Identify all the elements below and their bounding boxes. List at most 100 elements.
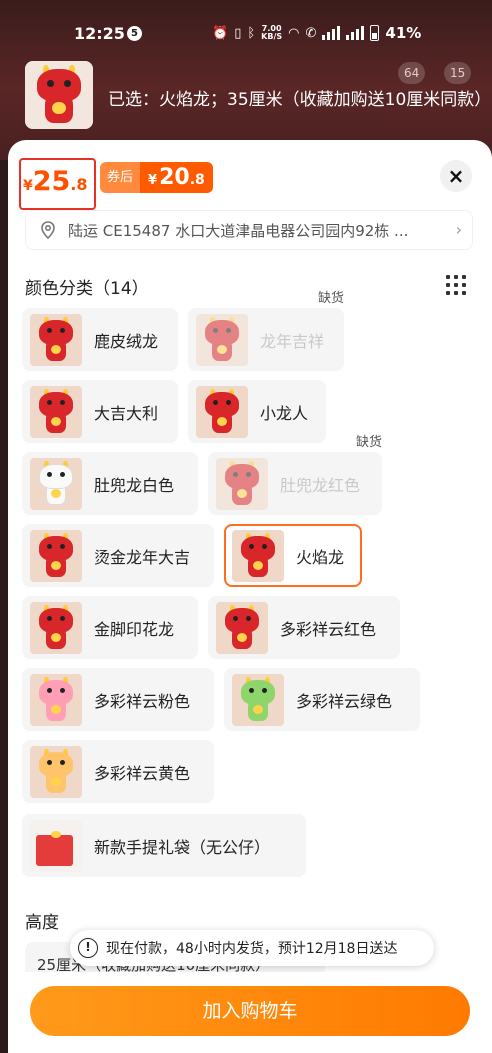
color-option-9[interactable]: 多彩祥云红色 (208, 596, 400, 659)
color-option-label: 新款手提礼袋（无公仔） (94, 837, 271, 857)
color-option-label: 大吉大利 (94, 403, 159, 423)
dragon-plush-image (30, 529, 82, 582)
coupon-price-badge: 券后 ¥ 20 .8 (100, 162, 213, 193)
dragon-plush-image (216, 457, 268, 510)
location-pin-icon (41, 221, 55, 240)
color-option-thumbnail (30, 819, 82, 872)
dragon-plush-image (232, 673, 284, 726)
grid-view-icon[interactable] (446, 275, 466, 295)
color-option-1[interactable]: 龙年吉祥 缺货 (188, 291, 344, 371)
color-option-13[interactable]: 新款手提礼袋（无公仔） (22, 814, 306, 877)
color-option-10[interactable]: 多彩祥云粉色 (22, 668, 214, 731)
color-section-title: 颜色分类（14） (25, 279, 149, 299)
coupon-price-currency: ¥ (148, 173, 158, 188)
price-currency: ¥ (23, 178, 33, 194)
color-option-thumbnail (232, 673, 284, 726)
dragon-plush-image (216, 601, 268, 654)
color-option-label: 肚兜龙红色 (280, 475, 361, 495)
out-of-stock-tag: 缺货 (355, 435, 382, 450)
status-time: 12:25 (74, 23, 125, 43)
selected-sku-thumbnail (25, 61, 93, 129)
color-option-label: 多彩祥云红色 (280, 619, 377, 639)
color-option-8[interactable]: 金脚印花龙 (22, 596, 198, 659)
dragon-plush-image (196, 313, 248, 366)
coupon-price-integer: 20 (159, 165, 190, 190)
color-option-thumbnail (30, 601, 82, 654)
chevron-right-icon: › (455, 220, 462, 239)
color-option-thumbnail (30, 529, 82, 582)
color-option-thumbnail (216, 601, 268, 654)
price-decimal: .8 (70, 175, 88, 194)
signal-icon-1 (322, 26, 341, 40)
signal-icon-2 (346, 26, 365, 40)
color-option-label: 金脚印花龙 (94, 619, 175, 639)
network-speed: 7.00 KB/S (261, 25, 282, 41)
info-icon: ! (78, 938, 98, 958)
close-icon: × (447, 164, 465, 188)
color-option-2[interactable]: 大吉大利 (22, 380, 178, 443)
color-option-thumbnail (216, 457, 268, 510)
price: ¥ 25 .8 (23, 166, 88, 197)
color-option-thumbnail (30, 385, 82, 438)
color-option-12[interactable]: 多彩祥云黄色 (22, 740, 214, 803)
color-option-thumbnail (196, 385, 248, 438)
color-option-label: 火焰龙 (296, 547, 345, 567)
background-badge: 15 (444, 62, 472, 84)
dragon-plush-image (30, 601, 82, 654)
price-integer: 25 (32, 166, 71, 197)
color-option-thumbnail (196, 313, 248, 366)
coupon-label: 券后 (100, 162, 141, 193)
status-bar: 12:25 5 ⏰ ▯ ᛒ 7.00 KB/S ◠ ✆ 41% (0, 18, 492, 48)
dragon-plush-image (30, 385, 82, 438)
dragon-plush-image (25, 61, 93, 129)
color-option-4[interactable]: 肚兜龙白色 (22, 452, 198, 515)
gift-bag-image (30, 819, 82, 872)
color-option-thumbnail (30, 673, 82, 726)
background-badge: 64 (398, 62, 426, 84)
color-option-label: 多彩祥云黄色 (94, 763, 191, 783)
close-button[interactable]: × (440, 160, 472, 192)
color-option-label: 肚兜龙白色 (94, 475, 175, 495)
dragon-plush-image (196, 385, 248, 438)
delivery-address-text: 陆运 CE15487 水口大道津晶电器公司园内92栋 ... (68, 221, 409, 240)
dragon-plush-image (30, 457, 82, 510)
shipping-info-toast: ! 现在付款，48小时内发货，预计12月18日送达 (70, 930, 434, 966)
notification-count-badge: 5 (127, 25, 142, 41)
color-option-11[interactable]: 多彩祥云绿色 (224, 668, 420, 731)
sku-selection-sheet: ¥ 25 .8 券后 ¥ 20 .8 × 陆运 CE15487 水口大道津晶电器… (8, 140, 492, 1053)
color-option-label: 多彩祥云粉色 (94, 691, 191, 711)
color-option-thumbnail (232, 529, 284, 582)
out-of-stock-tag: 缺货 (317, 291, 344, 306)
status-icons: ⏰ ▯ ᛒ 7.00 KB/S ◠ ✆ 41% (212, 24, 421, 42)
color-option-label: 龙年吉祥 (260, 331, 325, 351)
dragon-plush-image (30, 673, 82, 726)
color-option-label: 多彩祥云绿色 (296, 691, 393, 711)
battery-icon (370, 25, 380, 41)
color-option-thumbnail (30, 457, 82, 510)
shipping-info-text: 现在付款，48小时内发货，预计12月18日送达 (106, 941, 398, 957)
color-option-5[interactable]: 肚兜龙红色 缺货 (208, 435, 382, 515)
color-option-3[interactable]: 小龙人 (188, 380, 326, 443)
dragon-plush-image (232, 529, 284, 582)
battery-percent: 41% (385, 24, 422, 42)
coupon-price: ¥ 20 .8 (140, 162, 213, 193)
height-section-title: 高度 (25, 913, 59, 933)
dragon-plush-image (30, 745, 82, 798)
bluetooth-icon: ᛒ (247, 25, 256, 41)
color-option-label: 烫金龙年大吉 (94, 547, 191, 567)
selected-sku-text: 已选：火焰龙；35厘米（收藏加购送10厘米同款） (108, 90, 488, 110)
coupon-price-decimal: .8 (189, 172, 205, 188)
delivery-address-row[interactable]: 陆运 CE15487 水口大道津晶电器公司园内92栋 ... › (25, 210, 473, 250)
add-to-cart-button[interactable]: 加入购物车 (30, 986, 470, 1036)
color-option-label: 鹿皮绒龙 (94, 331, 159, 351)
color-option-thumbnail (30, 745, 82, 798)
color-option-7[interactable]: 火焰龙 (224, 524, 362, 587)
color-option-0[interactable]: 鹿皮绒龙 (22, 308, 178, 371)
dragon-plush-image (30, 313, 82, 366)
alarm-icon: ⏰ (212, 25, 229, 41)
network-speed-unit: KB/S (261, 32, 283, 41)
vibrate-icon: ▯ (234, 25, 242, 41)
call-icon: ✆ (305, 25, 317, 41)
color-option-thumbnail (30, 313, 82, 366)
color-option-6[interactable]: 烫金龙年大吉 (22, 524, 214, 587)
